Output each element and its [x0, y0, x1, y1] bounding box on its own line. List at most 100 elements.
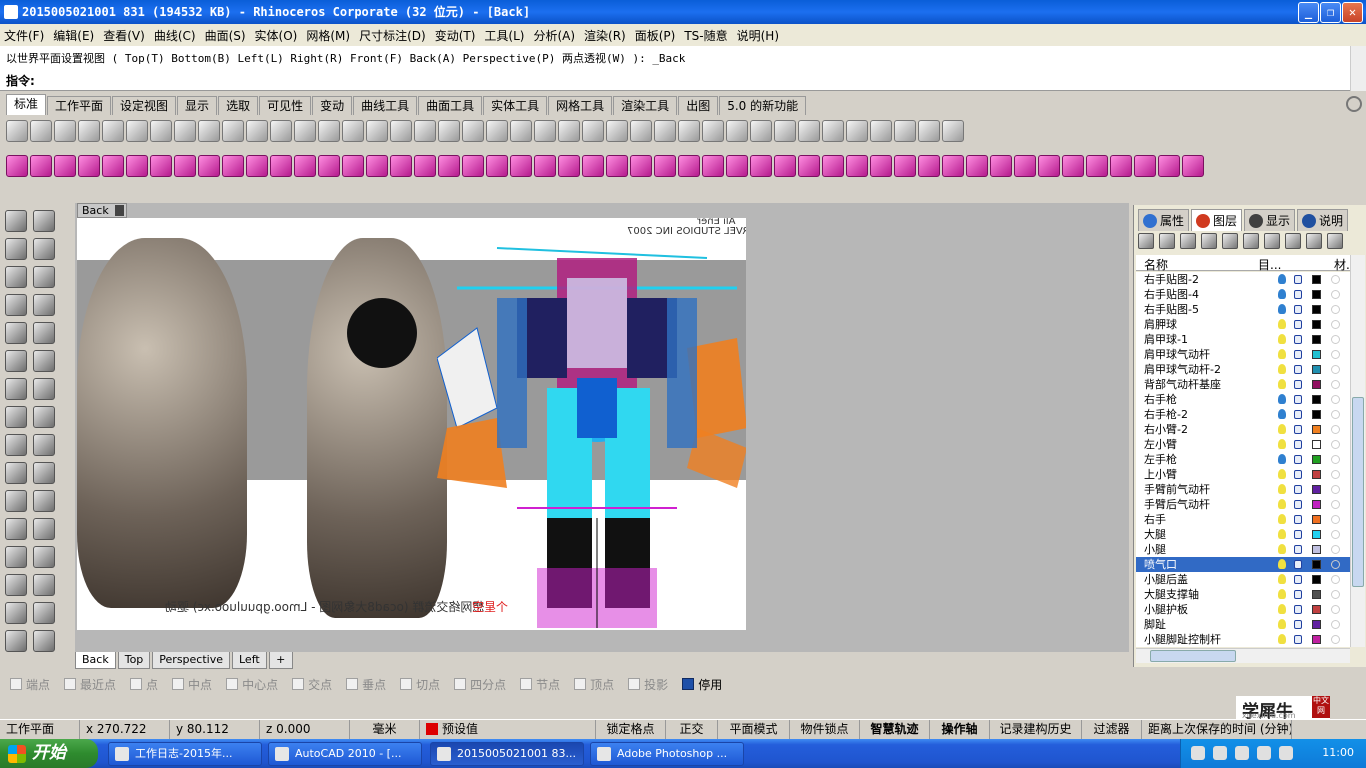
lock-icon[interactable]: [1294, 335, 1302, 344]
tool-icon[interactable]: [558, 120, 580, 142]
menu-item[interactable]: 说明(H): [737, 27, 779, 44]
tool-icon[interactable]: [78, 120, 100, 142]
layer-row[interactable]: 大腿支撑轴: [1136, 587, 1350, 602]
viewport-canvas[interactable]: Ali Ener ©MARVEL STUDIOS INC 2007 想网络交流群…: [77, 218, 746, 630]
visibility-bulb-icon[interactable]: [1278, 469, 1286, 479]
surface-tool-icon[interactable]: [942, 155, 964, 177]
add-viewport-tab-button[interactable]: +: [268, 652, 293, 669]
viewport-tab[interactable]: Perspective: [152, 652, 230, 669]
surface-tool-icon[interactable]: [6, 155, 28, 177]
toolbar-tab[interactable]: 出图: [678, 96, 719, 115]
lock-icon[interactable]: [1294, 320, 1302, 329]
lock-icon[interactable]: [1294, 485, 1302, 494]
left-tool-icon[interactable]: [5, 518, 27, 540]
layer-row[interactable]: 脚趾: [1136, 617, 1350, 632]
visibility-bulb-icon[interactable]: [1278, 529, 1286, 539]
surface-tool-icon[interactable]: [414, 155, 436, 177]
material-icon[interactable]: [1331, 425, 1340, 434]
tool-icon[interactable]: [774, 120, 796, 142]
lock-icon[interactable]: [1294, 395, 1302, 404]
menu-item[interactable]: 面板(P): [635, 27, 676, 44]
left-tool-icon[interactable]: [33, 490, 55, 512]
left-tool-icon[interactable]: [5, 238, 27, 260]
osnap-checkbox[interactable]: [628, 678, 641, 690]
lock-icon[interactable]: [1294, 515, 1302, 524]
menu-item[interactable]: 查看(V): [103, 27, 145, 44]
surface-tool-icon[interactable]: [54, 155, 76, 177]
menu-item[interactable]: 变动(T): [435, 27, 476, 44]
material-icon[interactable]: [1331, 485, 1340, 494]
surface-tool-icon[interactable]: [1134, 155, 1156, 177]
material-icon[interactable]: [1331, 515, 1340, 524]
osnap-option[interactable]: 最近点: [64, 676, 116, 693]
layer-row[interactable]: 肩胛球: [1136, 317, 1350, 332]
layer-color-swatch[interactable]: [1312, 575, 1321, 584]
osnap-option[interactable]: 中点: [172, 676, 212, 693]
status-cplane[interactable]: 工作平面: [0, 720, 80, 739]
surface-tool-icon[interactable]: [174, 155, 196, 177]
layer-row[interactable]: 小腿护板: [1136, 602, 1350, 617]
layer-color-swatch[interactable]: [1312, 620, 1321, 629]
maximize-button[interactable]: ❐: [1320, 2, 1341, 23]
viewport-menu-dropdown-icon[interactable]: [115, 205, 124, 216]
osnap-checkbox[interactable]: [64, 678, 77, 690]
layer-list-vertical-scrollbar[interactable]: [1350, 255, 1365, 647]
tool-icon[interactable]: [150, 120, 172, 142]
surface-tool-icon[interactable]: [750, 155, 772, 177]
help-icon[interactable]: [1327, 233, 1343, 249]
visibility-bulb-icon[interactable]: [1278, 334, 1286, 344]
layer-state-icon[interactable]: [1285, 233, 1301, 249]
osnap-option[interactable]: 切点: [400, 676, 440, 693]
layer-row[interactable]: 左小臂: [1136, 437, 1350, 452]
visibility-bulb-icon[interactable]: [1278, 394, 1286, 404]
taskbar-button[interactable]: 2015005021001 83...: [430, 742, 584, 766]
material-icon[interactable]: [1331, 635, 1340, 644]
left-tool-icon[interactable]: [5, 406, 27, 428]
new-layer-icon[interactable]: [1138, 233, 1154, 249]
left-tool-icon[interactable]: [5, 574, 27, 596]
visibility-bulb-icon[interactable]: [1278, 514, 1286, 524]
surface-tool-icon[interactable]: [150, 155, 172, 177]
surface-tool-icon[interactable]: [318, 155, 340, 177]
material-icon[interactable]: [1331, 455, 1340, 464]
tool-icon[interactable]: [366, 120, 388, 142]
left-tool-icon[interactable]: [5, 434, 27, 456]
surface-tool-icon[interactable]: [30, 155, 52, 177]
tool-icon[interactable]: [486, 120, 508, 142]
header-name[interactable]: 名称: [1144, 256, 1168, 273]
layer-color-swatch[interactable]: [1312, 425, 1321, 434]
layer-list-horizontal-scrollbar[interactable]: [1136, 648, 1350, 663]
surface-tool-icon[interactable]: [990, 155, 1012, 177]
keyboard-icon[interactable]: [1191, 746, 1205, 760]
osnap-checkbox[interactable]: [226, 678, 239, 690]
left-tool-icon[interactable]: [33, 434, 55, 456]
layer-row[interactable]: 肩甲球气动杆-2: [1136, 362, 1350, 377]
security-shield-icon[interactable]: [1279, 746, 1293, 760]
minimize-button[interactable]: _: [1298, 2, 1319, 23]
left-tool-icon[interactable]: [5, 630, 27, 652]
surface-tool-icon[interactable]: [1014, 155, 1036, 177]
material-icon[interactable]: [1331, 410, 1340, 419]
menu-item[interactable]: 文件(F): [4, 27, 44, 44]
visibility-bulb-icon[interactable]: [1278, 574, 1286, 584]
surface-tool-icon[interactable]: [270, 155, 292, 177]
surface-tool-icon[interactable]: [678, 155, 700, 177]
status-toggle[interactable]: 过滤器: [1082, 720, 1142, 739]
surface-tool-icon[interactable]: [774, 155, 796, 177]
surface-tool-icon[interactable]: [1038, 155, 1060, 177]
surface-tool-icon[interactable]: [606, 155, 628, 177]
layer-row[interactable]: 右手贴图-4: [1136, 287, 1350, 302]
tool-icon[interactable]: [510, 120, 532, 142]
layer-color-swatch[interactable]: [1312, 440, 1321, 449]
toolbar-tab[interactable]: 标准: [6, 94, 47, 115]
osnap-checkbox[interactable]: [10, 678, 22, 690]
osnap-checkbox[interactable]: [520, 678, 533, 690]
surface-tool-icon[interactable]: [486, 155, 508, 177]
layer-row[interactable]: 右小臂-2: [1136, 422, 1350, 437]
tool-icon[interactable]: [870, 120, 892, 142]
surface-tool-icon[interactable]: [654, 155, 676, 177]
surface-tool-icon[interactable]: [222, 155, 244, 177]
tool-icon[interactable]: [6, 120, 28, 142]
layer-color-swatch[interactable]: [1312, 275, 1321, 284]
layer-color-swatch[interactable]: [1312, 500, 1321, 509]
